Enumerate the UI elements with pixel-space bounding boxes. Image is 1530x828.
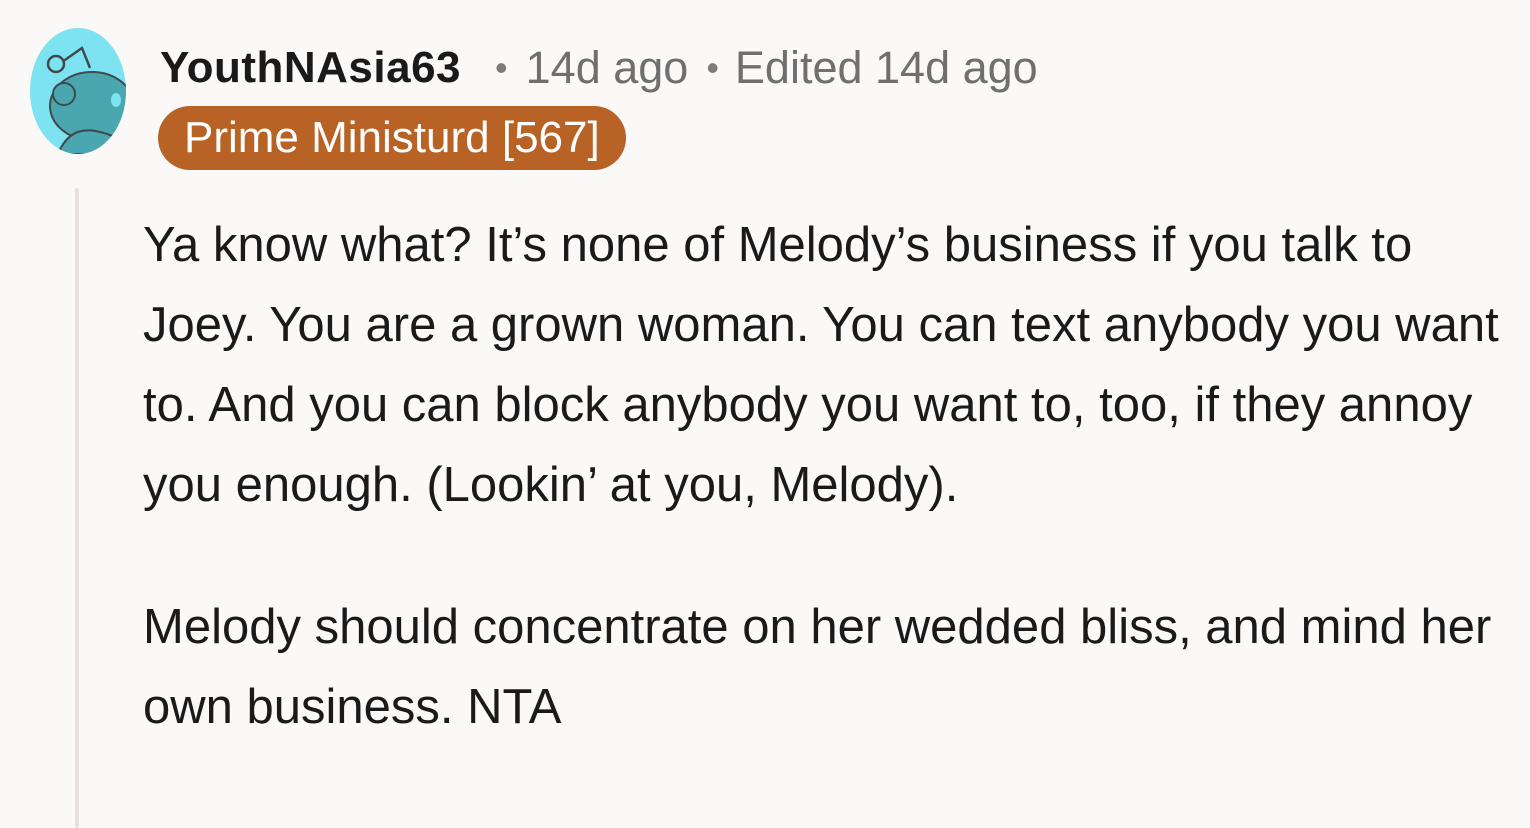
- comment-paragraph: Melody should concentrate on her wedded …: [143, 600, 1492, 734]
- user-flair-badge: Prime Ministurd [567]: [158, 106, 626, 170]
- comment: YouthNAsia63 • 14d ago • Edited 14d ago …: [0, 0, 1530, 828]
- comment-paragraph: Ya know what? It’s none of Melody’s busi…: [143, 218, 1499, 512]
- comment-body: Ya know what? It’s none of Melody’s busi…: [143, 205, 1528, 747]
- comment-timestamp[interactable]: 14d ago: [526, 42, 689, 94]
- meta-separator: •: [495, 47, 508, 88]
- meta-separator: •: [706, 47, 719, 88]
- comment-meta: YouthNAsia63 • 14d ago • Edited 14d ago: [160, 38, 1038, 98]
- username-link[interactable]: YouthNAsia63: [160, 43, 461, 93]
- snoo-avatar-icon: [46, 46, 126, 154]
- user-avatar[interactable]: [30, 28, 126, 154]
- edited-timestamp: Edited 14d ago: [734, 42, 1038, 93]
- thread-line[interactable]: [75, 188, 79, 828]
